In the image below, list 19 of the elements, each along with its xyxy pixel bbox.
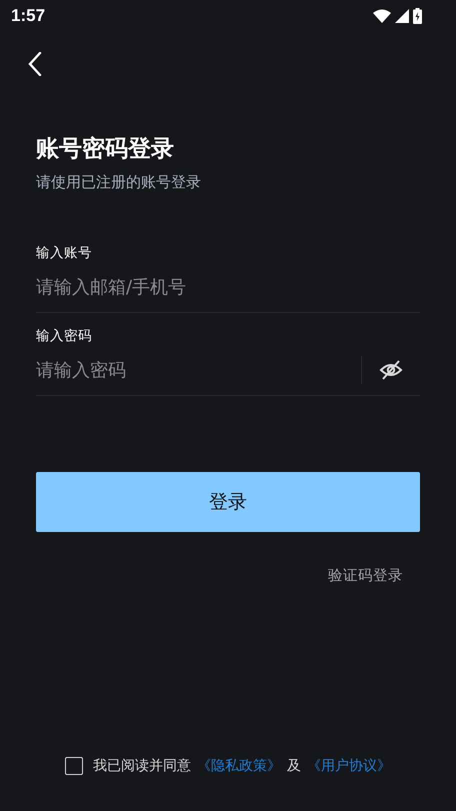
field-label: 输入密码 <box>36 327 93 345</box>
page-subtitle: 请使用已注册的账号登录 <box>36 172 202 192</box>
battery-charging-icon <box>413 8 422 24</box>
wifi-icon <box>373 9 391 23</box>
eye-hidden-icon[interactable] <box>379 360 403 380</box>
code-login-link[interactable]: 验证码登录 <box>328 566 403 585</box>
input-field[interactable]: 请输入密码 <box>36 355 361 385</box>
agreement-text: 我已阅读并同意 <box>93 757 191 775</box>
privacy-policy-link[interactable]: 《隐私政策》 <box>197 757 281 775</box>
login-button[interactable]: 登录 <box>36 472 420 532</box>
status-time: 1:57 <box>11 6 46 26</box>
agreement-text: 及 <box>287 757 301 775</box>
agree-checkbox[interactable] <box>65 757 83 775</box>
signal-icon <box>395 9 409 23</box>
field-label: 输入账号 <box>36 244 93 262</box>
back-icon[interactable] <box>28 52 42 76</box>
user-agreement-link[interactable]: 《用户协议》 <box>307 757 391 775</box>
input-field[interactable]: 请输入邮箱/手机号 <box>36 272 420 302</box>
page-title: 账号密码登录 <box>36 135 175 164</box>
